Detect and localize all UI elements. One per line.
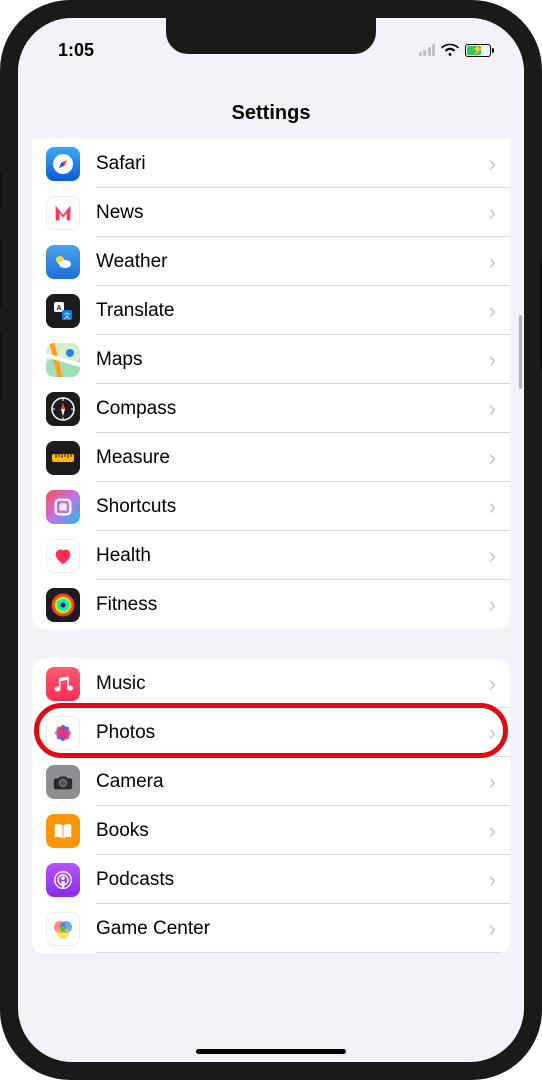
- measure-icon: [46, 441, 80, 475]
- settings-row-label: Camera: [96, 771, 489, 793]
- settings-row-label: Shortcuts: [96, 496, 489, 518]
- settings-group-apps-2: Music ›: [32, 659, 510, 953]
- settings-row-label: Weather: [96, 251, 489, 273]
- volume-up-button: [0, 240, 2, 310]
- volume-down-button: [0, 330, 2, 400]
- svg-text:A: A: [56, 305, 61, 312]
- chevron-right-icon: ›: [489, 151, 496, 177]
- settings-row-podcasts[interactable]: Podcasts ›: [32, 855, 510, 904]
- translate-icon: A文: [46, 294, 80, 328]
- cellular-icon: [419, 44, 436, 56]
- device-frame: 1:05 ⚡ Settings: [0, 0, 542, 1080]
- music-icon: [46, 667, 80, 701]
- chevron-right-icon: ›: [489, 298, 496, 324]
- home-indicator[interactable]: [196, 1049, 346, 1054]
- weather-icon: [46, 245, 80, 279]
- battery-charging-icon: ⚡: [465, 44, 494, 57]
- safari-icon: [46, 147, 80, 181]
- settings-row-label: Maps: [96, 349, 489, 371]
- settings-row-news[interactable]: News ›: [32, 188, 510, 237]
- books-icon: [46, 814, 80, 848]
- silent-switch: [0, 170, 2, 210]
- fitness-icon: [46, 588, 80, 622]
- settings-row-label: Compass: [96, 398, 489, 420]
- scroll-indicator: [519, 315, 522, 389]
- settings-row-fitness[interactable]: Fitness ›: [32, 580, 510, 629]
- chevron-right-icon: ›: [489, 543, 496, 569]
- status-icons: ⚡: [419, 43, 495, 57]
- chevron-right-icon: ›: [489, 249, 496, 275]
- settings-row-camera[interactable]: Camera ›: [32, 757, 510, 806]
- podcasts-icon: [46, 863, 80, 897]
- status-time: 1:05: [58, 40, 94, 61]
- settings-row-music[interactable]: Music ›: [32, 659, 510, 708]
- photos-icon: [46, 716, 80, 750]
- chevron-right-icon: ›: [489, 347, 496, 373]
- settings-row-safari[interactable]: Safari ›: [32, 139, 510, 188]
- wifi-icon: [441, 43, 459, 57]
- settings-row-shortcuts[interactable]: Shortcuts ›: [32, 482, 510, 531]
- settings-row-compass[interactable]: Compass ›: [32, 384, 510, 433]
- chevron-right-icon: ›: [489, 445, 496, 471]
- chevron-right-icon: ›: [489, 867, 496, 893]
- settings-row-gamecenter[interactable]: Game Center ›: [32, 904, 510, 953]
- settings-row-label: Health: [96, 545, 489, 567]
- chevron-right-icon: ›: [489, 769, 496, 795]
- settings-row-translate[interactable]: A文 Translate ›: [32, 286, 510, 335]
- settings-group-apps-1: Safari › News › Weather ›: [32, 139, 510, 629]
- chevron-right-icon: ›: [489, 396, 496, 422]
- news-icon: [46, 196, 80, 230]
- page-title: Settings: [232, 102, 311, 124]
- notch: [166, 18, 376, 54]
- settings-row-measure[interactable]: Measure ›: [32, 433, 510, 482]
- chevron-right-icon: ›: [489, 200, 496, 226]
- health-icon: [46, 539, 80, 573]
- screen: 1:05 ⚡ Settings: [18, 18, 524, 1062]
- settings-list[interactable]: Safari › News › Weather ›: [18, 139, 524, 1062]
- settings-row-label: Game Center: [96, 918, 489, 940]
- chevron-right-icon: ›: [489, 494, 496, 520]
- settings-row-weather[interactable]: Weather ›: [32, 237, 510, 286]
- settings-row-health[interactable]: Health ›: [32, 531, 510, 580]
- settings-row-label: Fitness: [96, 594, 489, 616]
- navbar: Settings: [18, 66, 524, 139]
- settings-row-maps[interactable]: Maps ›: [32, 335, 510, 384]
- settings-row-label: News: [96, 202, 489, 224]
- settings-row-label: Measure: [96, 447, 489, 469]
- settings-row-label: Music: [96, 673, 489, 695]
- chevron-right-icon: ›: [489, 916, 496, 942]
- settings-row-label: Safari: [96, 153, 489, 175]
- settings-row-books[interactable]: Books ›: [32, 806, 510, 855]
- settings-row-label: Podcasts: [96, 869, 489, 891]
- settings-row-label: Photos: [96, 722, 489, 744]
- gamecenter-icon: [46, 912, 80, 946]
- maps-icon: [46, 343, 80, 377]
- chevron-right-icon: ›: [489, 592, 496, 618]
- settings-row-photos[interactable]: Photos ›: [32, 708, 510, 757]
- compass-icon: [46, 392, 80, 426]
- chevron-right-icon: ›: [489, 671, 496, 697]
- chevron-right-icon: ›: [489, 818, 496, 844]
- settings-row-label: Books: [96, 820, 489, 842]
- svg-text:文: 文: [64, 311, 71, 320]
- settings-row-label: Translate: [96, 300, 489, 322]
- chevron-right-icon: ›: [489, 720, 496, 746]
- camera-icon: [46, 765, 80, 799]
- shortcuts-icon: [46, 490, 80, 524]
